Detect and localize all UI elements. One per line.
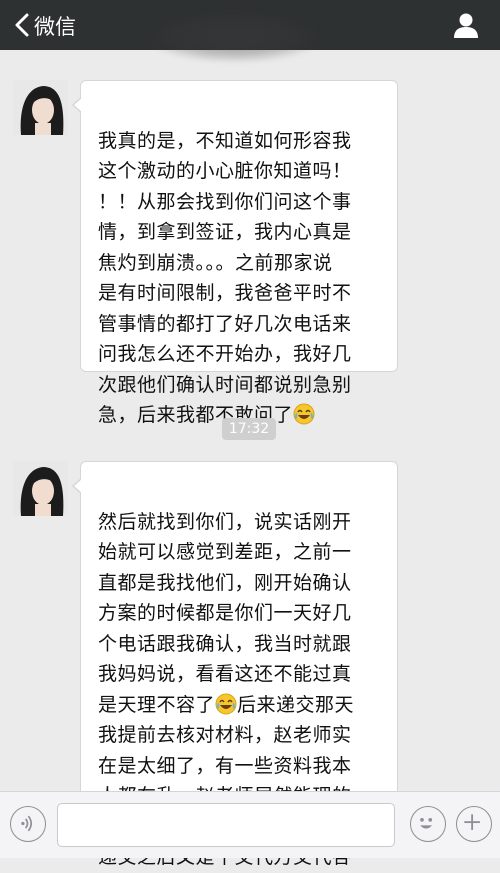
tears-of-joy-emoji bbox=[215, 693, 237, 714]
message-text: 我真的是，不知道如何形容我 这个激动的小心脏你知道吗！ ！！从那会找到你们问这个… bbox=[98, 129, 352, 427]
chat-header: 微信 bbox=[0, 0, 500, 62]
message-bubble[interactable]: 我真的是，不知道如何形容我 这个激动的小心脏你知道吗！ ！！从那会找到你们问这个… bbox=[72, 80, 398, 426]
plus-icon[interactable] bbox=[456, 806, 492, 842]
smiley-icon[interactable] bbox=[410, 806, 446, 842]
message-bubble[interactable]: 然后就找到你们，说实话刚开 始就可以感觉到差距，之前一 直都是我找他们，刚开始确… bbox=[72, 461, 398, 868]
tears-of-joy-emoji bbox=[293, 403, 315, 425]
chevron-left-icon[interactable] bbox=[10, 12, 36, 38]
voice-icon[interactable] bbox=[10, 806, 46, 842]
message-text: 然后就找到你们，说实话刚开 始就可以感觉到差距，之前一 直都是我找他们，刚开始确… bbox=[98, 510, 352, 716]
timestamp-badge: 17:32 bbox=[222, 418, 276, 440]
blurred-title bbox=[150, 12, 320, 62]
contact-avatar[interactable] bbox=[13, 80, 68, 135]
user-icon[interactable] bbox=[452, 12, 480, 38]
back-label[interactable]: 微信 bbox=[34, 11, 76, 41]
contact-avatar[interactable] bbox=[13, 461, 68, 516]
message-input[interactable] bbox=[57, 803, 395, 847]
input-bar bbox=[0, 791, 500, 858]
